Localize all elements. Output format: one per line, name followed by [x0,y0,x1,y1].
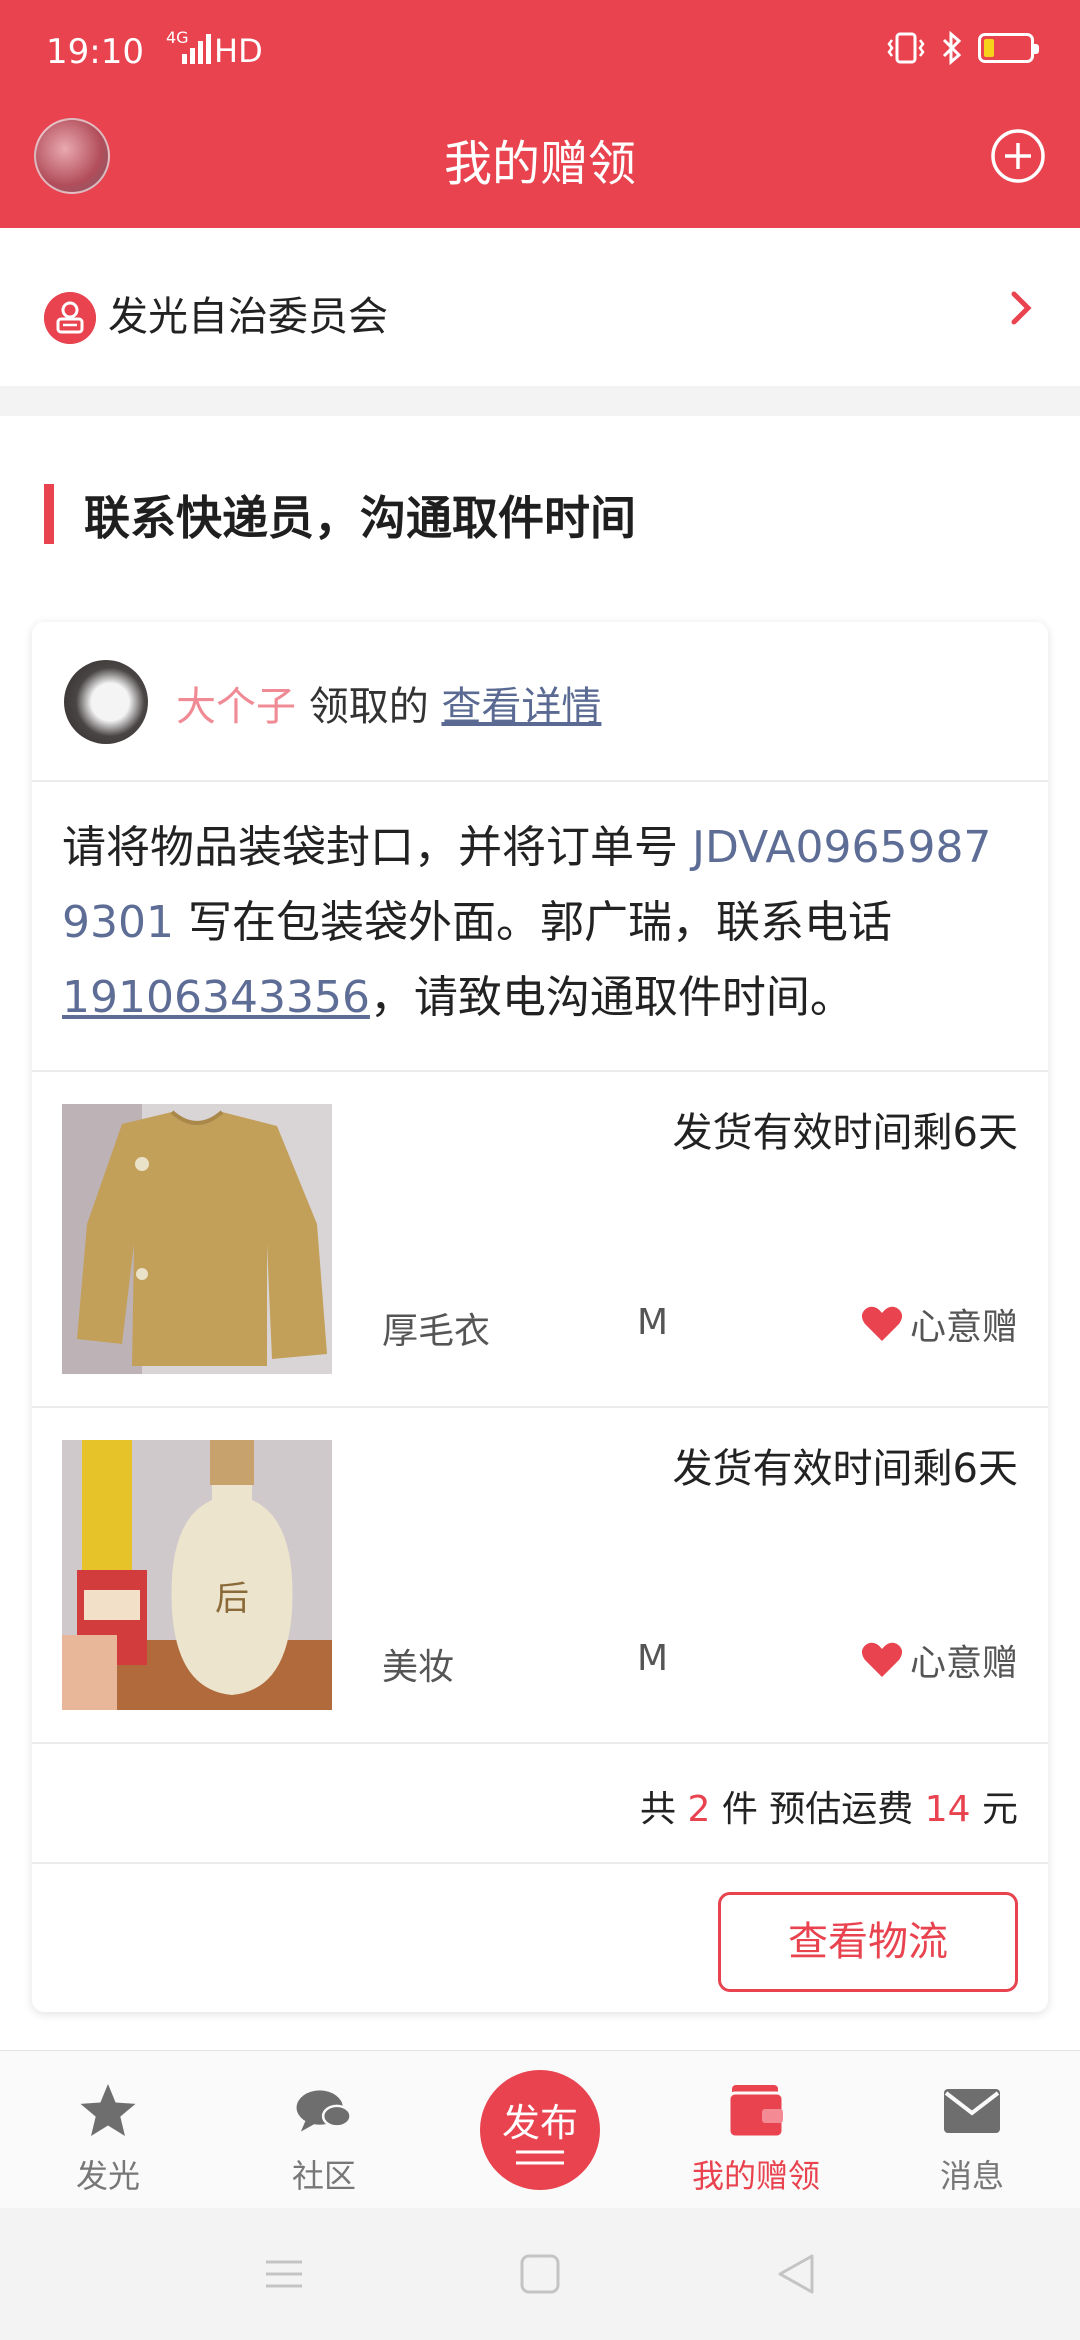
svg-text:后: 后 [215,1579,249,1619]
status-right [886,30,1039,66]
envelope-icon [944,2089,1000,2133]
hd-indicator: HD [214,32,263,70]
tab-my-gifts[interactable]: 我的赠领 [648,2051,864,2209]
status-bar: 19:10 4G HD [0,0,1080,110]
organization-name: 发光自治委员会 [108,294,388,340]
add-circle-icon[interactable] [990,128,1046,184]
giver-avatar[interactable] [64,660,148,744]
courier-phone-link[interactable]: 19106343356 [62,972,370,1023]
summary-middle: 件 预估运费 [710,1789,925,1830]
item-size: M [637,1638,669,1679]
instruction-text-2: 写在包装袋外面。郭广瑞，联系电话 [173,897,892,948]
shipping-deadline: 发货有效时间剩6天 [672,1110,1018,1156]
menu-icon[interactable] [262,2252,306,2296]
page-title: 我的赠领 [443,136,636,192]
tab-faguang[interactable]: 发光 [0,2051,216,2209]
view-details-link[interactable]: 查看详情 [441,684,601,730]
item-type: 心意赠 [860,1634,1018,1686]
publish-label: 发布 [501,2101,578,2145]
vibrate-icon [887,32,925,64]
item-image-sweater [62,1104,332,1374]
signal-icon [182,34,211,64]
tab-messages[interactable]: 消息 [864,2051,1080,2209]
view-logistics-button[interactable]: 查看物流 [718,1892,1018,1992]
instruction-text-1: 请将物品装袋封口，并将订单号 [62,822,692,873]
organization-row[interactable]: 发光自治委员会 [0,228,1080,386]
section-accent-bar [44,484,54,544]
battery-icon [978,33,1039,63]
summary-prefix: 共 [640,1789,688,1830]
item-type-label: 心意赠 [909,1307,1018,1348]
wallet-icon [727,2085,785,2139]
list-item[interactable]: 后 发货有效时间剩6天 美妆 M 心意赠 [32,1408,1048,1744]
tab-label: 消息 [939,2157,1004,2195]
item-image-cosmetics: 后 [62,1440,332,1710]
pickup-section: 联系快递员，沟通取件时间 大个子 领取的 查看详情 请将物品装袋封口，并将订单号… [0,416,1080,2050]
system-navigation-bar [0,2208,1080,2340]
heart-icon [861,1306,903,1341]
star-icon [80,2084,136,2136]
tab-label: 发光 [75,2157,140,2195]
summary-text: 共 2 件 预估运费 14 元 [640,1780,1018,1832]
chevron-right-icon [1011,291,1032,325]
item-name: 美妆 [382,1647,455,1688]
instruction-text-3: ，请致电沟通取件时间。 [369,972,854,1023]
publish-button[interactable]: 发布 [480,2070,600,2190]
home-icon[interactable] [518,2252,562,2296]
menu-lines-icon [516,2150,564,2165]
app-root: 19:10 4G HD 我的赠领 发光自治委员会 联系快递员，沟通取件时间 大个… [0,0,1080,2340]
order-card: 大个子 领取的 查看详情 请将物品装袋封口，并将订单号 JDVA09659879… [32,622,1048,2012]
giver-line: 大个子 领取的 查看详情 [176,674,601,732]
list-item[interactable]: 发货有效时间剩6天 厚毛衣 M 心意赠 [32,1072,1048,1408]
tab-label: 社区 [291,2157,356,2195]
shipping-deadline: 发货有效时间剩6天 [672,1446,1018,1492]
shipping-fee: 14 [924,1789,971,1830]
giver-suffix: 领取的 [308,684,429,730]
section-title: 联系快递员，沟通取件时间 [84,491,636,545]
heart-icon [861,1642,903,1677]
item-size: M [637,1302,669,1343]
item-type: 心意赠 [860,1298,1018,1350]
status-time: 19:10 [46,32,144,72]
tab-label: 我的赠领 [691,2157,820,2195]
summary-suffix: 元 [970,1789,1018,1830]
item-count: 2 [687,1789,711,1830]
back-icon[interactable] [774,2252,818,2296]
tab-community[interactable]: 社区 [216,2051,432,2209]
item-type-label: 心意赠 [909,1643,1018,1684]
chat-bubbles-icon [296,2090,352,2132]
giver-name[interactable]: 大个子 [176,684,296,730]
organization-icon [44,292,96,344]
header: 19:10 4G HD 我的赠领 [0,0,1080,228]
bluetooth-icon [942,30,962,66]
packing-instruction: 请将物品装袋封口，并将订单号 JDVA09659879301 写在包装袋外面。郭… [32,782,1048,1072]
item-name: 厚毛衣 [382,1311,491,1352]
order-summary: 共 2 件 预估运费 14 元 [32,1744,1048,1864]
giver-row: 大个子 领取的 查看详情 [32,622,1048,782]
